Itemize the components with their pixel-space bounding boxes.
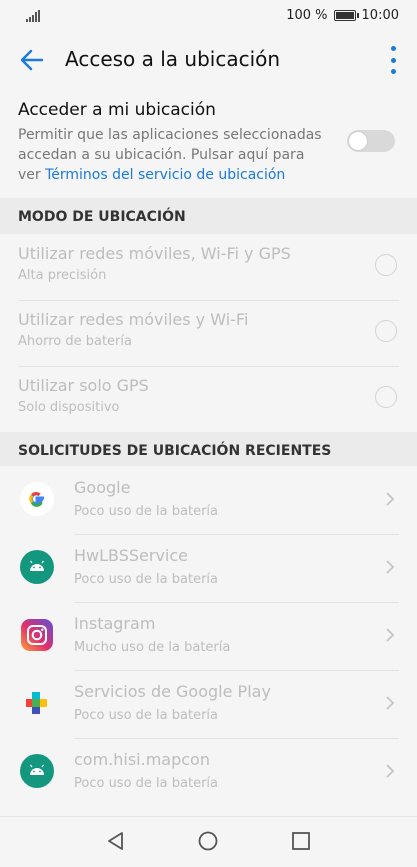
switch-knob: [349, 132, 367, 150]
app-usage: Poco uso de la batería: [74, 572, 218, 587]
chevron-right-icon: [386, 764, 395, 778]
app-item-mapcon[interactable]: com.hisi.mapcon Poco uso de la batería: [0, 738, 417, 806]
app-name: com.hisi.mapcon: [74, 750, 210, 769]
battery-icon: [333, 10, 359, 21]
mode-section-title: MODO DE UBICACIÓN: [18, 209, 186, 225]
terms-link[interactable]: Términos del servicio de ubicación: [45, 167, 285, 183]
app-usage: Mucho uso de la batería: [74, 640, 231, 655]
location-access-row[interactable]: Acceder a mi ubicación Permitir que las …: [0, 88, 417, 196]
mode-radio[interactable]: [375, 320, 397, 342]
recent-section-title: SOLICITUDES DE UBICACIÓN RECIENTES: [18, 443, 332, 459]
nav-recents-icon[interactable]: [290, 830, 312, 852]
back-arrow-icon[interactable]: [16, 44, 48, 76]
navigation-bar: [0, 816, 417, 867]
mode-item-battery-saving[interactable]: Utilizar redes móviles y Wi-Fi Ahorro de…: [0, 300, 417, 366]
location-access-switch[interactable]: [347, 130, 395, 152]
battery-percent: 100 %: [286, 8, 328, 23]
mode-section-header: MODO DE UBICACIÓN: [0, 198, 417, 234]
status-bar: 100 % 10:00: [0, 0, 417, 34]
android-icon: [20, 754, 54, 788]
chevron-right-icon: [386, 560, 395, 574]
app-usage: Poco uso de la batería: [74, 504, 218, 519]
app-item-google[interactable]: Google Poco uso de la batería: [0, 466, 417, 534]
app-name: Google: [74, 478, 131, 497]
mode-title: Utilizar solo GPS: [18, 376, 149, 395]
mode-radio[interactable]: [375, 254, 397, 276]
app-bar: Acceso a la ubicación: [0, 34, 417, 86]
nav-home-icon[interactable]: [197, 830, 219, 852]
page-title: Acceso a la ubicación: [65, 47, 281, 71]
mode-radio[interactable]: [375, 386, 397, 408]
location-mode-list: Utilizar redes móviles, Wi-Fi y GPS Alta…: [0, 234, 417, 432]
signal-icon: [26, 10, 40, 22]
chevron-right-icon: [386, 696, 395, 710]
app-usage: Poco uso de la batería: [74, 708, 218, 723]
recent-requests-list: Google Poco uso de la batería HwLBSServi…: [0, 466, 417, 806]
more-options-icon[interactable]: [387, 46, 399, 74]
location-access-title: Acceder a mi ubicación: [18, 100, 216, 120]
app-item-google-play-services[interactable]: Servicios de Google Play Poco uso de la …: [0, 670, 417, 738]
app-item-instagram[interactable]: Instagram Mucho uso de la batería: [0, 602, 417, 670]
mode-title: Utilizar redes móviles y Wi-Fi: [18, 310, 249, 329]
app-usage: Poco uso de la batería: [74, 776, 218, 791]
mode-item-high-accuracy[interactable]: Utilizar redes móviles, Wi-Fi y GPS Alta…: [0, 234, 417, 300]
mode-title: Utilizar redes móviles, Wi-Fi y GPS: [18, 244, 291, 263]
location-access-description: Permitir que las aplicaciones selecciona…: [18, 125, 328, 185]
recent-section-header: SOLICITUDES DE UBICACIÓN RECIENTES: [0, 432, 417, 468]
android-icon: [20, 550, 54, 584]
app-name: Servicios de Google Play: [74, 682, 271, 701]
nav-back-icon[interactable]: [105, 830, 127, 852]
chevron-right-icon: [386, 628, 395, 642]
instagram-icon: [21, 619, 53, 651]
app-name: HwLBSService: [74, 546, 189, 565]
play-services-icon: [26, 692, 47, 714]
app-item-hwlbsservice[interactable]: HwLBSService Poco uso de la batería: [0, 534, 417, 602]
mode-subtitle: Solo dispositivo: [18, 400, 120, 415]
app-name: Instagram: [74, 614, 156, 633]
clock: 10:00: [361, 8, 399, 23]
mode-item-device-only[interactable]: Utilizar solo GPS Solo dispositivo: [0, 366, 417, 432]
mode-subtitle: Alta precisión: [18, 268, 107, 283]
mode-subtitle: Ahorro de batería: [18, 334, 132, 349]
google-icon: [20, 482, 54, 516]
chevron-right-icon: [386, 492, 395, 506]
